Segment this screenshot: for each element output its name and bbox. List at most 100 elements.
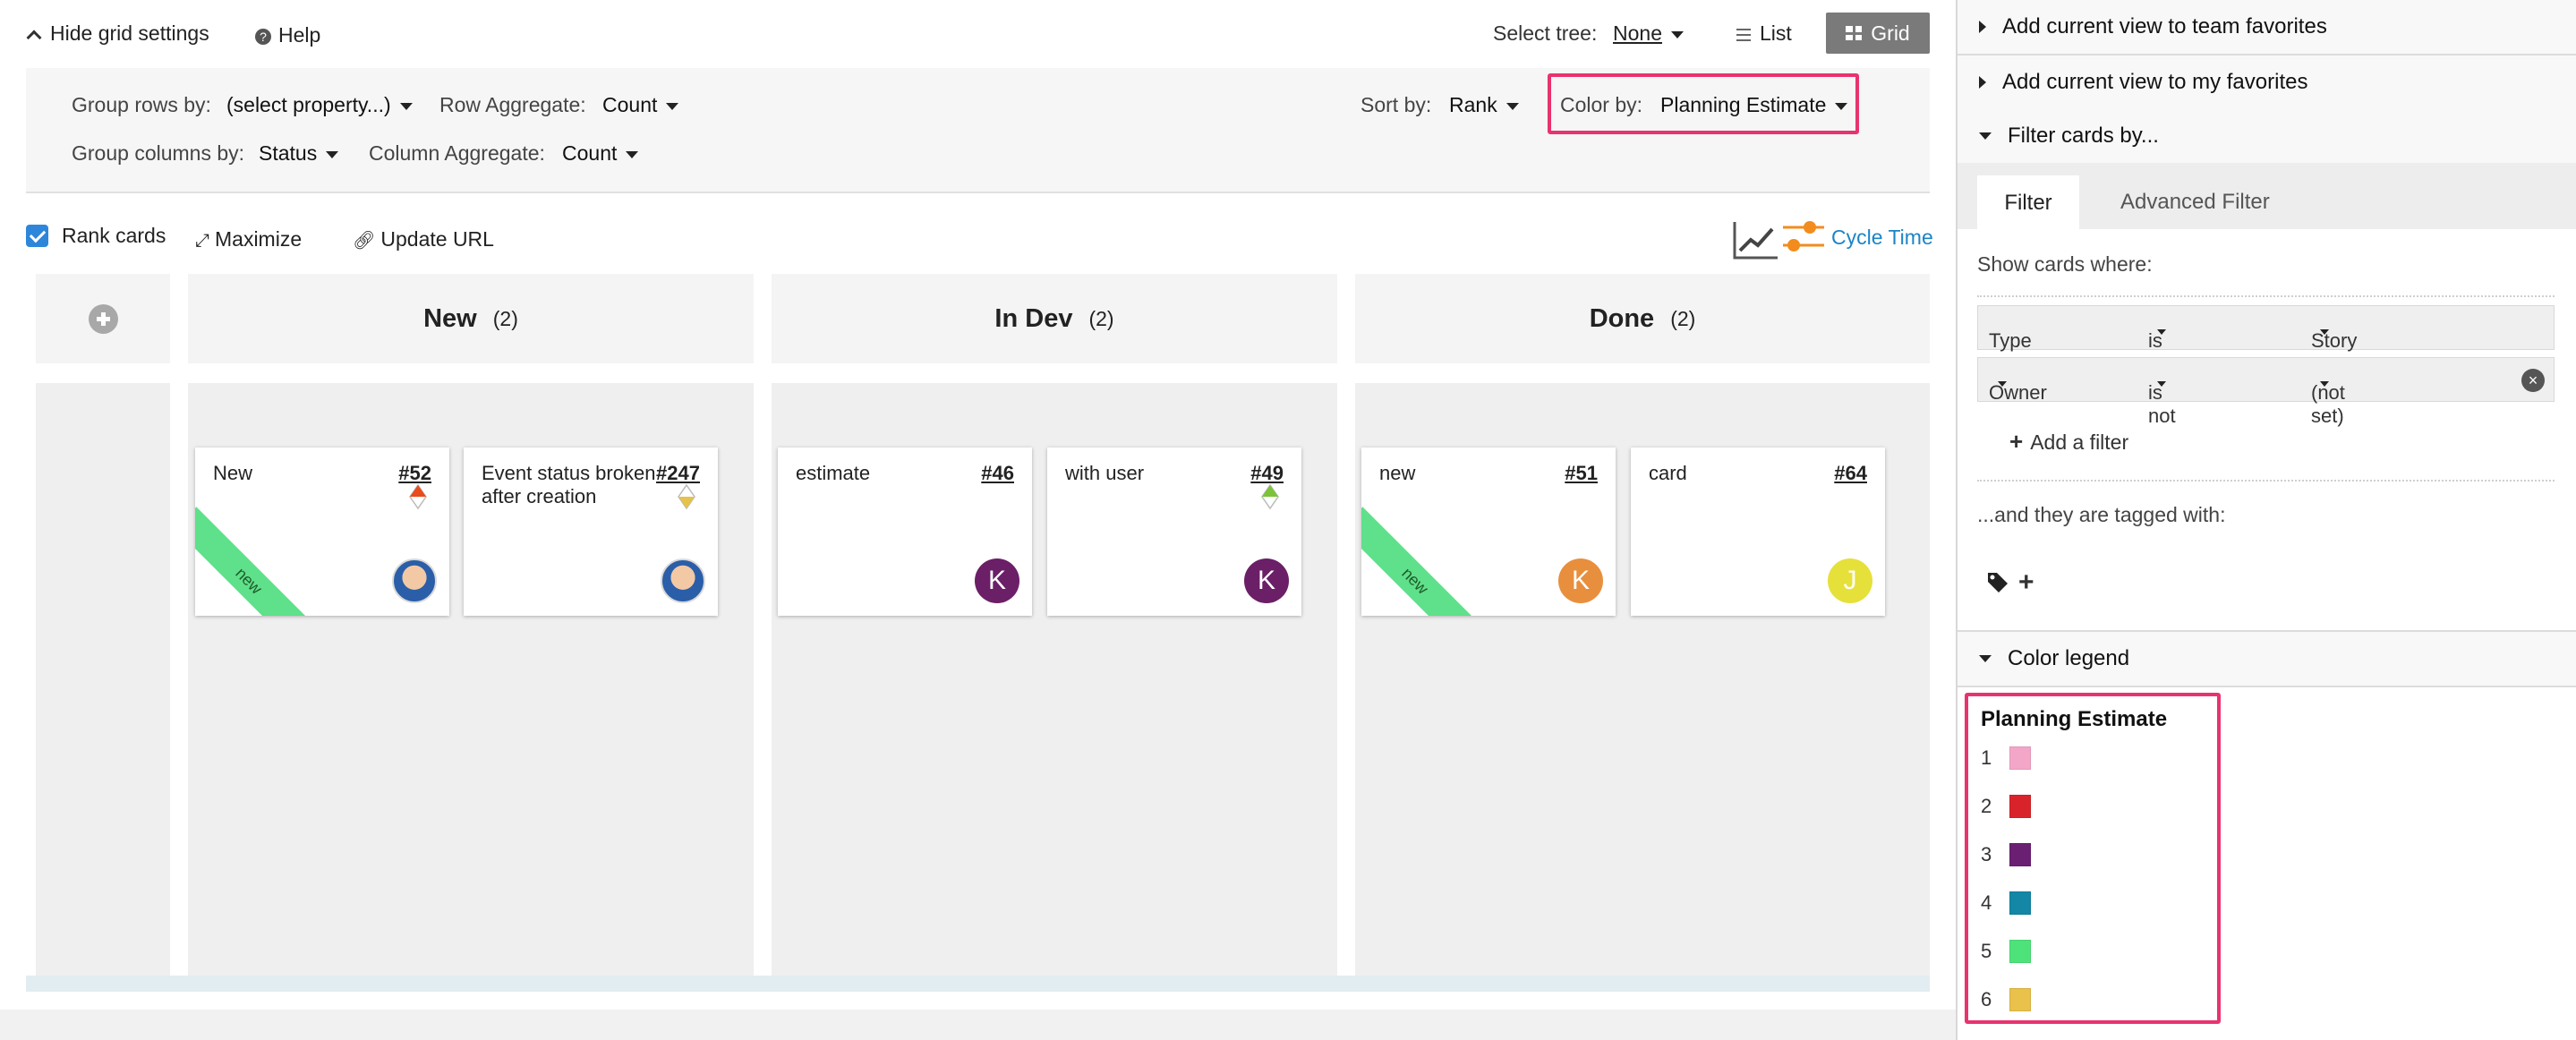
list-view-button[interactable]: List	[1736, 21, 1792, 46]
caret-down-icon	[2157, 329, 2166, 335]
plus-icon: +	[2009, 428, 2024, 455]
rank-cards-label: Rank cards	[62, 224, 166, 247]
cycle-time-slider-icon[interactable]	[1781, 217, 1826, 261]
grid-view-button[interactable]: Grid	[1826, 13, 1930, 54]
column-title: New	[423, 303, 477, 333]
row-aggregate-label: Row Aggregate:	[439, 93, 586, 116]
card-number-link[interactable]: #52	[398, 462, 431, 485]
column-aggregate-dropdown[interactable]: Count	[562, 141, 639, 166]
filter-row-type: Type is Story	[1977, 305, 2555, 352]
top-toolbar: Hide grid settings ? Help Select tree: No…	[0, 0, 1942, 67]
estimate-diamond-icon	[678, 483, 695, 510]
sort-by-dropdown[interactable]: Rank	[1449, 93, 1519, 117]
card-title: with user	[1065, 462, 1145, 484]
legend-title: Planning Estimate	[1981, 707, 2168, 731]
new-ribbon: new	[1361, 507, 1489, 616]
row-header	[36, 274, 170, 363]
avatar: K	[975, 558, 1019, 603]
horizontal-scrollbar[interactable]	[26, 976, 1930, 992]
new-ribbon: new	[195, 507, 323, 616]
color-swatch	[2009, 940, 2032, 963]
divider	[1977, 480, 2555, 482]
avatar	[392, 558, 437, 603]
update-url-button[interactable]: 🔗︎ Update URL	[353, 227, 494, 251]
card-number-link[interactable]: #64	[1834, 462, 1867, 485]
filter-cards-toggle[interactable]: Filter cards by...	[1958, 109, 2576, 165]
row-aggregate-dropdown[interactable]: Count	[602, 93, 679, 117]
avatar: K	[1558, 558, 1603, 603]
column-header-done: Done (2)	[1355, 274, 1930, 363]
cycle-time-chart-icon[interactable]	[1733, 218, 1779, 265]
remove-filter-icon[interactable]: ×	[2521, 369, 2545, 392]
chevron-up-icon	[26, 30, 42, 46]
show-cards-where-label: Show cards where:	[1977, 252, 2153, 276]
card-number-link[interactable]: #49	[1250, 462, 1284, 485]
list-icon	[1736, 28, 1751, 41]
caret-down-icon	[666, 102, 679, 110]
question-icon: ?	[255, 28, 271, 45]
card-51[interactable]: new #51 new K	[1361, 448, 1616, 616]
maximize-button[interactable]: ⤢ Maximize	[195, 227, 302, 251]
caret-down-icon	[1998, 381, 2007, 387]
card-board: New (2) In Dev (2) Done (2) New #52 new Eve…	[26, 274, 1930, 990]
tags-icon[interactable]	[1986, 571, 2011, 598]
column-title: Done	[1589, 303, 1655, 333]
add-tag-icon[interactable]: +	[2018, 567, 2034, 598]
card-number-link[interactable]: #46	[981, 462, 1014, 485]
card-52[interactable]: New #52 new	[195, 448, 449, 616]
group-columns-dropdown[interactable]: Status	[259, 141, 339, 166]
caret-down-icon	[326, 150, 339, 158]
group-rows-dropdown[interactable]: (select property...)	[226, 93, 413, 117]
column-count: (2)	[492, 306, 518, 330]
group-rows-label: Group rows by:	[72, 93, 211, 116]
select-tree-label: Select tree:	[1493, 21, 1598, 45]
caret-down-icon	[626, 150, 639, 158]
color-swatch	[2009, 988, 2032, 1011]
rank-cards-checkbox[interactable]	[26, 225, 48, 247]
column-count: (2)	[1670, 306, 1696, 330]
column-header-in-dev: In Dev (2)	[772, 274, 1337, 363]
my-favorites-toggle[interactable]: Add current view to my favorites	[1958, 55, 2576, 111]
hide-grid-settings-button[interactable]: Hide grid settings	[26, 21, 209, 46]
help-button[interactable]: ? Help	[255, 23, 320, 47]
triangle-down-icon	[1979, 132, 1992, 140]
avatar: K	[1244, 558, 1289, 603]
caret-down-icon	[2157, 381, 2166, 387]
team-favorites-toggle[interactable]: Add current view to team favorites	[1958, 0, 2576, 55]
card-title: New	[213, 462, 253, 484]
add-filter-button[interactable]: + Add a filter	[2009, 428, 2128, 456]
legend-item: 2	[1981, 793, 2032, 820]
tab-advanced-filter[interactable]: Advanced Filter	[2120, 190, 2270, 215]
card-49[interactable]: with user #49 K	[1047, 448, 1301, 616]
card-number-link[interactable]: #51	[1565, 462, 1598, 485]
triangle-right-icon	[1979, 76, 1986, 89]
divider	[1977, 295, 2555, 297]
triangle-down-icon	[1979, 655, 1992, 662]
column-count: (2)	[1088, 306, 1114, 330]
legend-item: 6	[1981, 986, 2032, 1013]
sort-by-label: Sort by:	[1361, 93, 1432, 116]
select-tree-dropdown[interactable]: None	[1613, 21, 1684, 46]
add-row-icon[interactable]	[88, 303, 118, 334]
expand-icon: ⤢	[195, 231, 209, 251]
caret-down-icon	[2320, 329, 2329, 335]
card-46[interactable]: estimate #46 K	[778, 448, 1032, 616]
card-title: estimate	[796, 462, 871, 484]
legend-item: 5	[1981, 938, 2032, 965]
tagged-with-label: ...and they are tagged with:	[1977, 503, 2226, 526]
card-number-link[interactable]: #247	[656, 462, 700, 485]
triangle-right-icon	[1979, 21, 1986, 33]
group-columns-label: Group columns by:	[72, 141, 245, 165]
card-64[interactable]: card #64 J	[1631, 448, 1885, 616]
card-247[interactable]: Event status broken after creation #247	[464, 448, 718, 616]
filter-row-owner: Owner is not (not set) ×	[1977, 357, 2555, 427]
avatar	[661, 558, 705, 603]
right-sidebar: Add current view to team favorites Add c…	[1956, 0, 2576, 1040]
color-legend-toggle[interactable]: Color legend	[1958, 630, 2576, 687]
color-swatch	[2009, 891, 2032, 915]
tab-filter[interactable]: Filter	[1977, 175, 2079, 231]
color-by-highlight	[1548, 73, 1859, 134]
column-title: In Dev	[994, 303, 1073, 333]
color-swatch	[2009, 795, 2032, 818]
cycle-time-link[interactable]: Cycle Time	[1831, 226, 1933, 250]
